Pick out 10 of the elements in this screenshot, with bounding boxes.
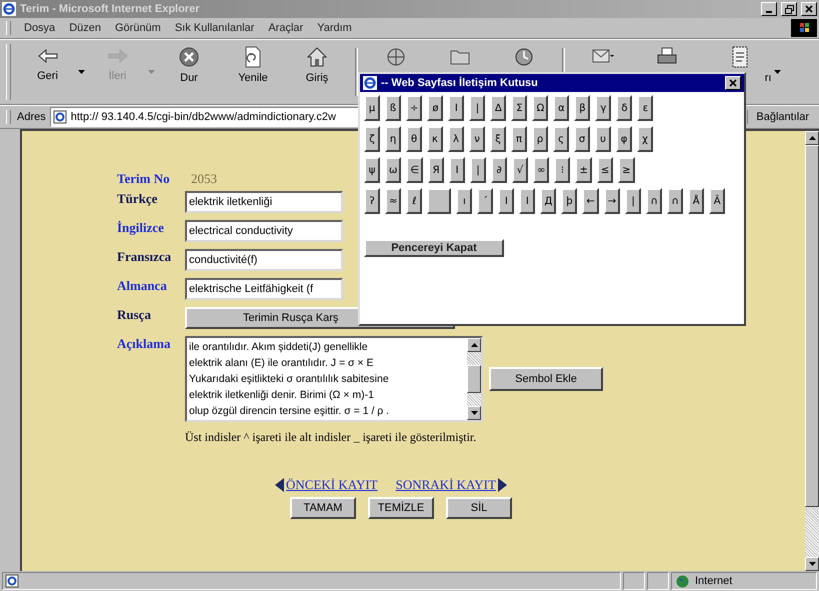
window-title: Terim - Microsoft Internet Explorer (20, 3, 200, 15)
dialog-title: -- Web Sayfası İletişim Kutusu (381, 77, 538, 89)
field-label: Türkçe (117, 191, 158, 207)
term-number: 2053 (191, 171, 217, 187)
address-label: Adres (17, 111, 46, 123)
field-label: Rusça (117, 307, 152, 323)
hint-text: Üst indisler ^ işareti ile alt indisler _ işareti ile gösterilmiştir. (185, 430, 478, 445)
security-zone: Internet (695, 575, 732, 587)
field-label: Fransızca (117, 249, 172, 265)
term-number-label: Terim No (117, 171, 171, 187)
